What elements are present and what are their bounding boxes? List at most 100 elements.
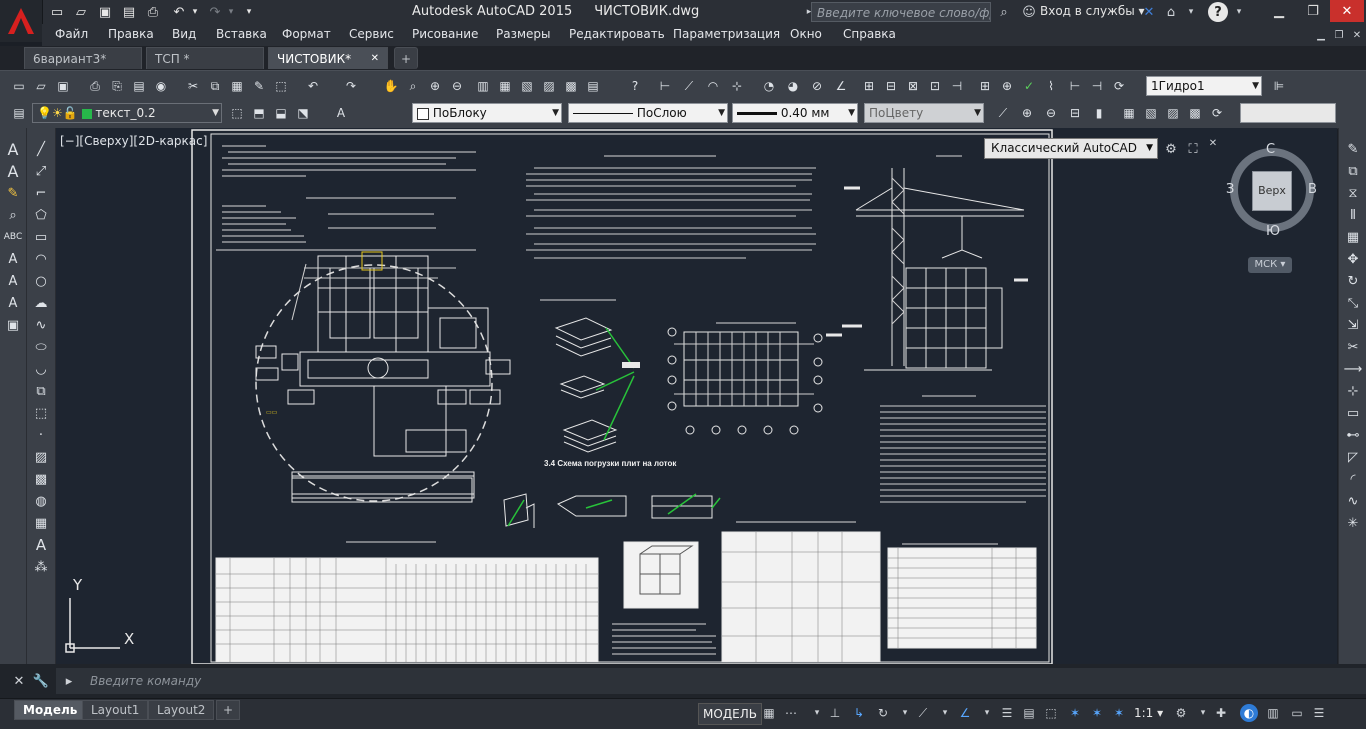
table-icon[interactable]: ▦ xyxy=(31,514,51,532)
menu-edit[interactable]: Правка xyxy=(108,27,154,41)
layer-previous-icon[interactable]: ⬒ xyxy=(250,104,268,122)
menu-modify[interactable]: Редактировать xyxy=(569,27,665,41)
search-input[interactable]: Введите ключевое слово/фразу xyxy=(811,2,991,22)
viewcube-face-top[interactable]: Верх xyxy=(1252,171,1292,211)
make-current-layer-icon[interactable]: ⬚ xyxy=(228,104,246,122)
selection-cycling-icon[interactable]: ⬚ xyxy=(1042,704,1060,722)
blend-icon[interactable]: ∿ xyxy=(1343,492,1363,510)
single-line-text-icon[interactable]: A xyxy=(3,162,23,181)
snap-dropdown-icon[interactable]: ▾ xyxy=(808,704,826,722)
join-icon[interactable]: ⊷ xyxy=(1343,426,1363,444)
search-binoculars-icon[interactable]: ⌕ xyxy=(995,3,1013,21)
help-dropdown-icon[interactable]: ▾ xyxy=(1230,3,1248,21)
quickcalc-icon[interactable]: ▤ xyxy=(584,77,602,95)
customization-icon[interactable]: ☰ xyxy=(1310,704,1328,722)
mirror-icon[interactable]: ⧖ xyxy=(1343,184,1363,202)
radius-dimension-icon[interactable]: ◔ xyxy=(760,77,778,95)
plot-preview-icon[interactable]: ⎘ xyxy=(108,77,126,95)
edit-text-icon[interactable]: ✎ xyxy=(3,184,23,202)
quick-dimension-icon[interactable]: ⊞ xyxy=(860,77,878,95)
command-input[interactable]: Введите команду xyxy=(56,668,1366,694)
dimension-style-icon[interactable]: ⊫ xyxy=(1270,77,1288,95)
array-icon[interactable]: ▦ xyxy=(1343,228,1363,246)
save-icon[interactable]: ▣ xyxy=(54,77,72,95)
inspection-icon[interactable]: ✓ xyxy=(1020,77,1038,95)
isolate-objects-icon[interactable]: ◐ xyxy=(1240,704,1258,722)
connect-icon[interactable]: ⌂ xyxy=(1162,3,1180,21)
multileader-style-select[interactable] xyxy=(1240,103,1336,123)
convert-space-icon[interactable]: ▣ xyxy=(3,316,23,334)
layout-tab[interactable]: Layout1 xyxy=(82,700,149,720)
region-icon[interactable]: ◍ xyxy=(31,492,51,510)
properties-icon[interactable]: ▥ xyxy=(474,77,492,95)
break-icon[interactable]: ▭ xyxy=(1343,404,1363,422)
collect-leader-icon[interactable]: ▮ xyxy=(1090,104,1108,122)
ellipse-icon[interactable]: ⬭ xyxy=(31,338,51,356)
file-tab[interactable]: 6вариант3* xyxy=(24,47,142,69)
layout-tab[interactable]: Layout2 xyxy=(148,700,215,720)
annotation-scale-icon[interactable]: ✶ xyxy=(1110,704,1128,722)
gradient-icon[interactable]: ▩ xyxy=(31,470,51,488)
dimension-text-edit-icon[interactable]: ⊣ xyxy=(1088,77,1106,95)
menu-parametric[interactable]: Параметризация xyxy=(673,27,780,41)
object-snap-tracking-icon[interactable]: ∠ xyxy=(956,704,974,722)
open-icon[interactable]: ▱ xyxy=(32,77,50,95)
explode-icon[interactable]: ✳ xyxy=(1343,514,1363,532)
workspace-switch-icon[interactable]: ⚙ xyxy=(1172,704,1190,722)
annotation-scale-value[interactable]: 1:1 ▾ xyxy=(1134,706,1163,720)
color-select[interactable]: ПоБлоку ▼ xyxy=(412,103,562,123)
layout-tab-model[interactable]: Модель xyxy=(14,700,87,720)
arc-icon[interactable]: ◠ xyxy=(31,250,51,268)
multileader-icon[interactable]: ⟋ xyxy=(994,104,1012,122)
move-icon[interactable]: ✥ xyxy=(1343,250,1363,268)
text-scale-icon[interactable]: A xyxy=(3,272,23,290)
undo-icon[interactable]: ↶ xyxy=(304,77,322,95)
transparency-icon[interactable]: ▤ xyxy=(1020,704,1038,722)
quick-access-customize-icon[interactable]: ▾ xyxy=(240,3,258,21)
add-layout-button[interactable]: + xyxy=(216,700,241,720)
table-link-icon[interactable]: ▩ xyxy=(1186,104,1204,122)
file-tab[interactable]: ТСП * xyxy=(146,47,264,69)
polygon-icon[interactable]: ⬠ xyxy=(31,206,51,224)
exchange-apps-icon[interactable]: ✕ xyxy=(1140,3,1158,21)
sheet-set-icon[interactable]: ▨ xyxy=(540,77,558,95)
connect-dropdown-icon[interactable]: ▾ xyxy=(1182,3,1200,21)
ortho-icon[interactable]: ↳ xyxy=(850,704,868,722)
redo-icon[interactable]: ↷ xyxy=(342,77,360,95)
text-style-icon[interactable]: A xyxy=(3,250,23,268)
spell-check-icon[interactable]: ABC xyxy=(3,228,23,246)
align-leader-icon[interactable]: ⊟ xyxy=(1066,104,1084,122)
table-export-icon[interactable]: ▨ xyxy=(1164,104,1182,122)
copy-object-icon[interactable]: ⧉ xyxy=(1343,162,1363,180)
find-replace-icon[interactable]: ⌕ xyxy=(3,206,23,224)
isometric-icon[interactable]: ⟋ xyxy=(914,704,932,722)
dynamic-input-icon[interactable]: ⊥ xyxy=(826,704,844,722)
clean-screen-icon[interactable]: ▭ xyxy=(1288,704,1306,722)
insert-block-icon[interactable]: ⧉ xyxy=(31,382,51,400)
auto-scale-icon[interactable]: ✶ xyxy=(1088,704,1106,722)
undo-dropdown-icon[interactable]: ▾ xyxy=(186,3,204,21)
doc-minimize-icon[interactable]: ▁ xyxy=(1312,26,1330,44)
tolerance-icon[interactable]: ⊞ xyxy=(976,77,994,95)
add-selected-icon[interactable]: ⁂ xyxy=(31,558,51,576)
remove-leader-icon[interactable]: ⊖ xyxy=(1042,104,1060,122)
linetype-select[interactable]: ПоСлою ▼ xyxy=(568,103,728,123)
drawing-area[interactable]: ▭▭ 3.4 Схема погрузки плит на лоток Y X xyxy=(56,128,1337,664)
viewport-controls[interactable]: [−][Сверху][2D-каркас] xyxy=(60,134,207,148)
model-space-toggle[interactable]: МОДЕЛЬ xyxy=(698,703,763,725)
command-prompt-icon[interactable]: ▸ xyxy=(60,672,78,690)
continue-dimension-icon[interactable]: ⊠ xyxy=(904,77,922,95)
workspace-settings-icon[interactable]: ⚙ xyxy=(1162,140,1180,158)
restore-window-icon[interactable]: ❐ xyxy=(1296,0,1330,22)
compass-south[interactable]: Ю xyxy=(1266,224,1280,239)
ordinate-dimension-icon[interactable]: ⊹ xyxy=(728,77,746,95)
new-file-icon[interactable]: ▭ xyxy=(48,3,66,21)
doc-close-icon[interactable]: ✕ xyxy=(1348,26,1366,44)
table-icon[interactable]: ▦ xyxy=(1120,104,1138,122)
3d-dwf-icon[interactable]: ◉ xyxy=(152,77,170,95)
layer-walk-icon[interactable]: ⬔ xyxy=(294,104,312,122)
dimension-update-icon[interactable]: ⟳ xyxy=(1110,77,1128,95)
zoom-window-icon[interactable]: ⊕ xyxy=(426,77,444,95)
copy-icon[interactable]: ⧉ xyxy=(206,77,224,95)
close-command-line-icon[interactable]: ✕ xyxy=(10,672,28,690)
